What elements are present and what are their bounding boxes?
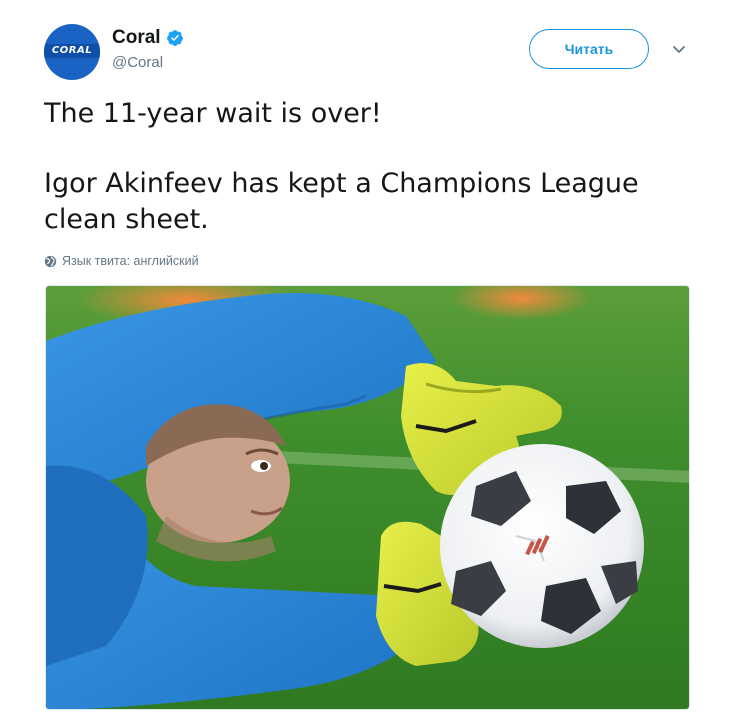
chevron-down-icon[interactable] xyxy=(670,40,688,58)
verified-badge-icon xyxy=(166,30,183,46)
tweet-photo[interactable] xyxy=(45,285,690,710)
author-name-row[interactable]: Coral xyxy=(112,27,184,49)
author-name[interactable]: Coral xyxy=(112,27,161,49)
tweet-text-line-2: Igor Akinfeev has kept a Champions Leagu… xyxy=(44,168,639,235)
language-note-text: Язык твита: английский xyxy=(62,254,199,268)
goalkeeper-photo-image xyxy=(46,286,689,709)
language-note[interactable]: Язык твита: английский xyxy=(44,254,199,268)
follow-button[interactable]: Читать xyxy=(529,29,649,69)
globe-icon xyxy=(44,255,57,267)
author-handle[interactable]: @Coral xyxy=(112,54,163,71)
tweet-text-line-1: The 11-year wait is over! xyxy=(44,98,382,129)
coral-logo-text: CORAL xyxy=(51,45,93,56)
tweet-text: The 11-year wait is over! Igor Akinfeev … xyxy=(44,96,694,238)
avatar[interactable]: CORAL xyxy=(44,24,100,80)
